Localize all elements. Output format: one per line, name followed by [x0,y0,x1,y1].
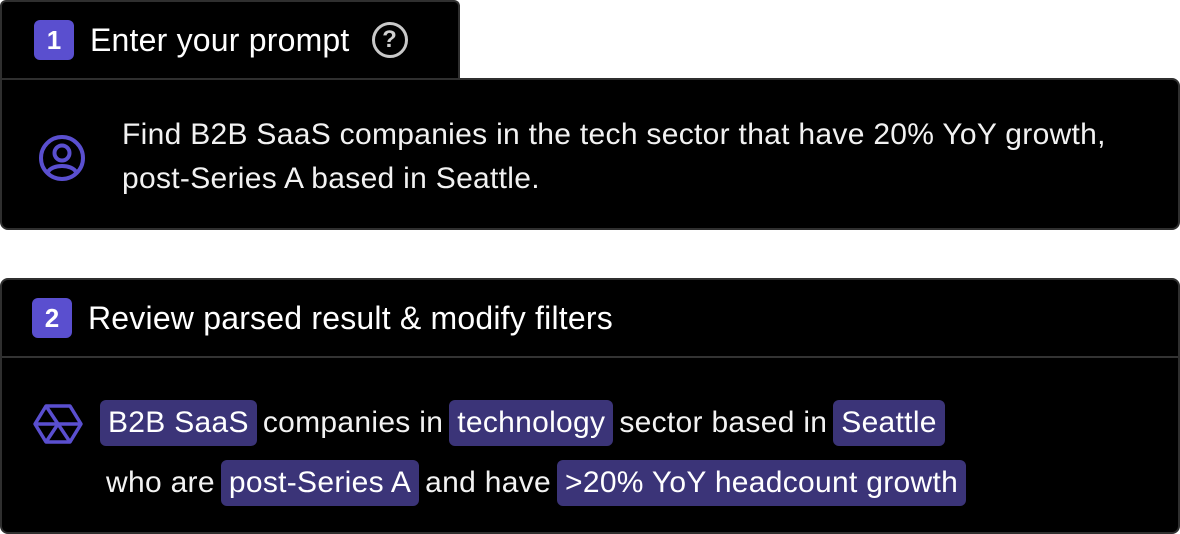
parsed-text: who are [106,466,215,499]
step2-title: Review parsed result & modify filters [88,299,613,336]
prompt-input[interactable]: Find B2B SaaS companies in the tech sect… [122,113,1132,201]
help-icon[interactable]: ? [371,22,408,58]
parsed-text: companies in [262,406,444,439]
parsed-line-2: who are post-Series A and have >20% YoY … [100,454,1160,512]
user-icon [39,135,85,181]
step1-number-badge: 1 [34,20,74,60]
prompt-panel: Find B2B SaaS companies in the tech sect… [0,78,1180,230]
parsed-text: and have [425,466,552,499]
step2-header: 2 Review parsed result & modify filters [2,280,1178,358]
step1-title: Enter your prompt [90,21,350,58]
filter-chip-stage[interactable]: post-Series A [220,460,420,506]
globe-icon [33,404,83,444]
filter-chip-location[interactable]: Seattle [833,400,945,446]
parsed-result: B2B SaaS companies in technology sector … [100,394,1160,512]
parsed-result-panel: 2 Review parsed result & modify filters … [0,278,1180,534]
filter-chip-segment[interactable]: B2B SaaS [100,400,257,446]
filter-chip-growth[interactable]: >20% YoY headcount growth [557,460,967,506]
step2-number-badge: 2 [32,298,72,338]
parsed-text: sector based in [619,406,828,439]
step1-tab: 1 Enter your prompt ? [0,0,460,78]
filter-chip-sector[interactable]: technology [449,400,614,446]
parsed-line-1: B2B SaaS companies in technology sector … [100,394,1160,452]
